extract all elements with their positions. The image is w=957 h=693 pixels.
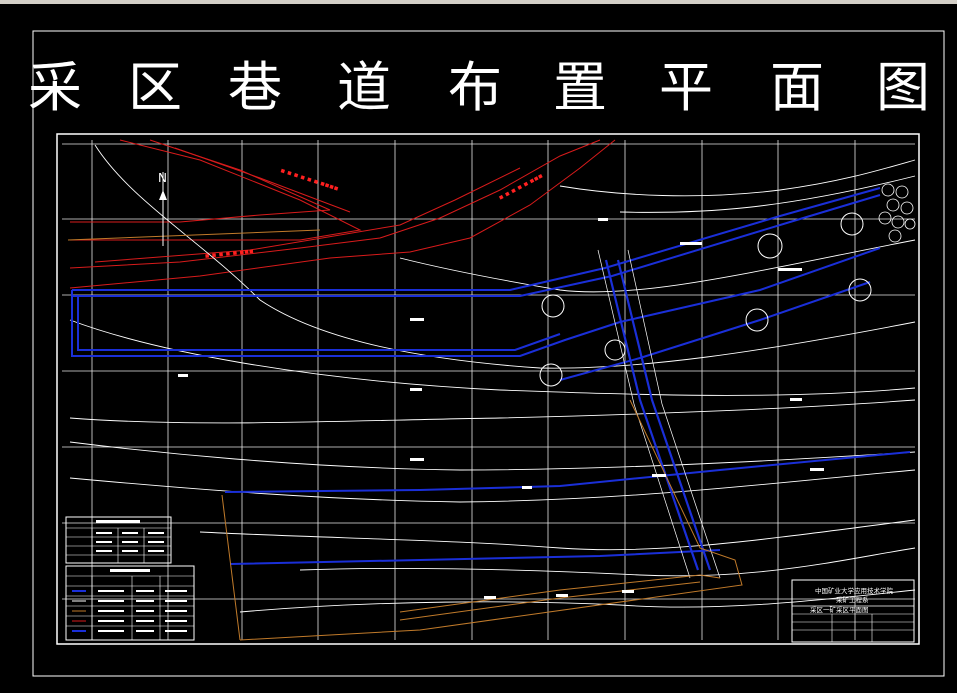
title-char: 布 — [448, 56, 502, 119]
title-char: 平 — [659, 56, 713, 119]
legend-table-lower — [65, 565, 195, 641]
rock-cluster — [878, 183, 916, 243]
title-char: 巷 — [228, 56, 282, 119]
title-block: 中国矿业大学应用技术学院 采矿工程系 采区一矿采区平面图 — [791, 579, 915, 643]
title-block-department: 采矿工程系 — [836, 595, 869, 604]
title-char: 道 — [337, 56, 391, 119]
cad-drawing: 采 区 巷 道 布 置 平 面 图 ▪ ▪ ▪ ▪ ▪ ▪ ▪▪▪▪ ▪ ▪ ▪… — [28, 30, 945, 677]
red-boundary-lines — [69, 139, 616, 289]
title-char: 图 — [876, 56, 930, 119]
title-char: 采 — [28, 56, 82, 119]
outer-frame — [32, 30, 945, 677]
svg-text:▪ ▪ ▪ ▪ ▪ ▪▪▪: ▪ ▪ ▪ ▪ ▪ ▪▪▪ — [204, 247, 254, 260]
mining-boundary — [67, 229, 743, 641]
title-char: 区 — [128, 56, 182, 119]
north-arrow: N — [158, 171, 167, 246]
title-char: 置 — [553, 56, 607, 119]
red-annotations: ▪ ▪ ▪ ▪ ▪ ▪ ▪▪▪▪ ▪ ▪ ▪ ▪ ▪ ▪▪▪ ▪ ▪ ▪ ▪ ▪… — [204, 166, 544, 260]
contour-lines — [69, 144, 916, 613]
title-char: 面 — [770, 56, 824, 119]
legend-table-upper — [65, 516, 172, 564]
north-label: N — [158, 171, 167, 185]
title-block-institution: 中国矿业大学应用技术学院 — [815, 586, 894, 595]
cad-drawing-canvas[interactable]: 采 区 巷 道 布 置 平 面 图 ▪ ▪ ▪ ▪ ▪ ▪ ▪▪▪▪ ▪ ▪ ▪… — [0, 4, 957, 693]
point-labels — [178, 218, 824, 599]
title-block-drawing-name: 采区一矿采区平面图 — [810, 605, 869, 614]
drawing-title: 采 区 巷 道 布 置 平 面 图 — [28, 56, 930, 119]
main-inclined-roadway — [604, 259, 712, 571]
